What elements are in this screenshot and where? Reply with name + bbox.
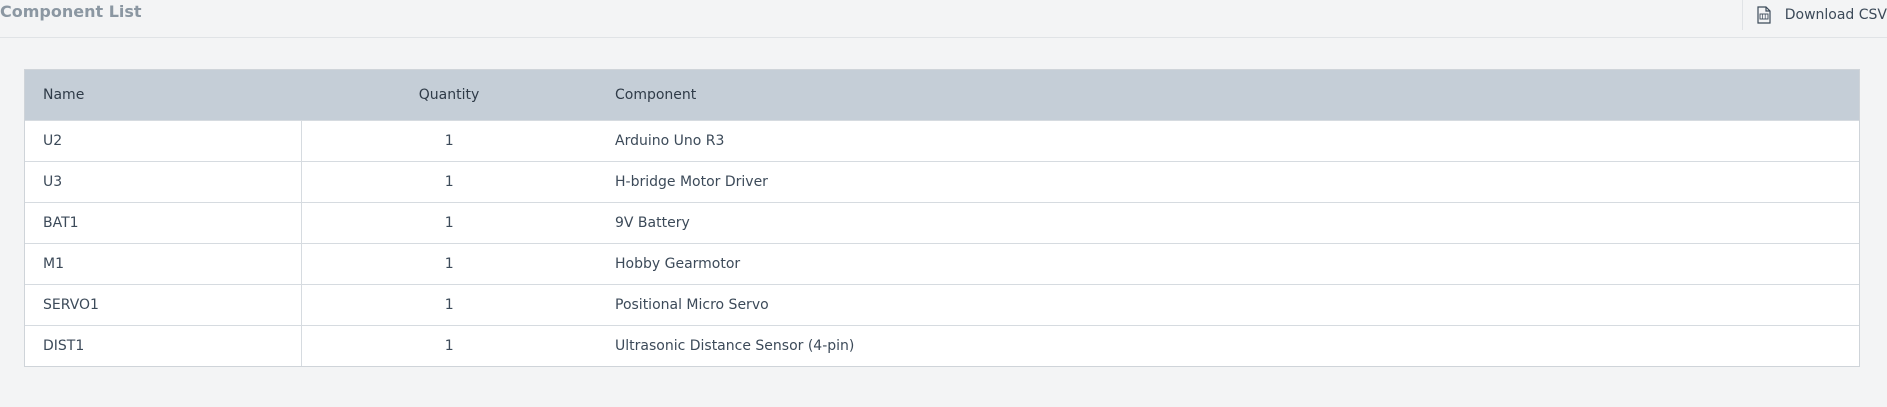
cell-component: Ultrasonic Distance Sensor (4-pin): [615, 337, 855, 354]
cell-quantity: 1: [444, 132, 454, 149]
cell-component: H-bridge Motor Driver: [615, 173, 768, 190]
cell-name: BAT1: [25, 202, 302, 243]
cell-quantity: 1: [444, 214, 454, 231]
component-table: Name Quantity Component U2 1 Arduino Uno…: [24, 69, 1860, 367]
table-row: M1 1 Hobby Gearmotor: [25, 243, 1859, 284]
column-header-quantity[interactable]: Quantity: [301, 70, 597, 120]
csv-file-icon: [1757, 6, 1771, 24]
download-csv-label: Download CSV: [1784, 7, 1887, 23]
table-header-row: Name Quantity Component: [25, 70, 1859, 120]
table-row: BAT1 1 9V Battery: [25, 202, 1859, 243]
cell-name: SERVO1: [25, 284, 302, 325]
column-header-component[interactable]: Component: [597, 70, 1859, 120]
cell-component: 9V Battery: [615, 214, 690, 231]
table-row: DIST1 1 Ultrasonic Distance Sensor (4-pi…: [25, 325, 1859, 366]
cell-quantity: 1: [444, 255, 454, 272]
cell-component: Positional Micro Servo: [615, 296, 769, 313]
page-header: Component List Download CSV: [0, 0, 1887, 38]
cell-name: U2: [25, 120, 302, 161]
table-row: SERVO1 1 Positional Micro Servo: [25, 284, 1859, 325]
cell-quantity: 1: [444, 296, 454, 313]
cell-name: M1: [25, 243, 302, 284]
page-title: Component List: [0, 2, 142, 21]
download-csv-button[interactable]: Download CSV: [1741, 0, 1887, 30]
cell-quantity: 1: [444, 337, 454, 354]
column-header-name[interactable]: Name: [25, 70, 301, 120]
cell-component: Hobby Gearmotor: [615, 255, 741, 272]
cell-quantity: 1: [444, 173, 454, 190]
cell-name: U3: [25, 161, 302, 202]
table-row: U3 1 H-bridge Motor Driver: [25, 161, 1859, 202]
cell-name: DIST1: [25, 325, 302, 366]
cell-component: Arduino Uno R3: [615, 132, 725, 149]
table-row: U2 1 Arduino Uno R3: [25, 120, 1859, 161]
